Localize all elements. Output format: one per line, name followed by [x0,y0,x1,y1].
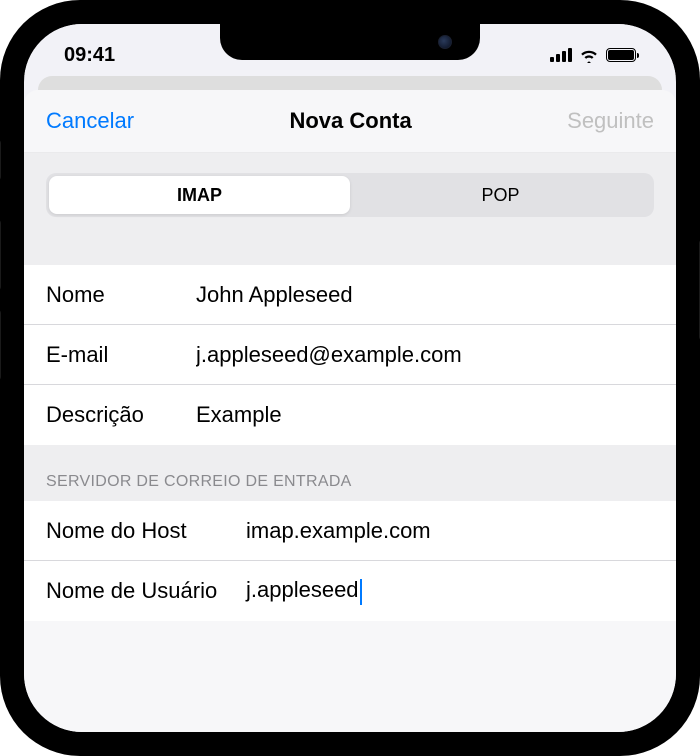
host-row[interactable]: Nome do Host [24,501,676,561]
email-label: E-mail [46,342,196,368]
username-label: Nome de Usuário [46,578,246,604]
segment-imap[interactable]: IMAP [49,176,350,214]
mute-switch [0,140,1,180]
host-input[interactable] [246,518,654,544]
segment-pop[interactable]: POP [350,176,651,214]
description-row[interactable]: Descrição [24,385,676,445]
email-input[interactable] [196,342,654,368]
form-content: IMAP POP Nome E-mail [24,153,676,621]
name-label: Nome [46,282,196,308]
username-row[interactable]: Nome de Usuário j.appleseed [24,561,676,621]
next-button[interactable]: Seguinte [567,108,654,134]
status-icons [550,48,636,63]
username-input[interactable]: j.appleseed [246,577,654,604]
cancel-button[interactable]: Cancelar [46,108,134,134]
front-camera-icon [438,35,452,49]
volume-up-button [0,220,1,290]
screen: 09:41 Cancelar Nova Conta [24,24,676,732]
description-label: Descrição [46,402,196,428]
incoming-server-group: Nome do Host Nome de Usuário j.appleseed [24,501,676,621]
cellular-signal-icon [550,48,572,62]
status-time: 09:41 [64,44,115,67]
text-cursor [360,579,363,605]
background-sheet [38,76,662,90]
description-input[interactable] [196,402,654,428]
incoming-server-header: SERVIDOR DE CORREIO DE ENTRADA [24,445,676,501]
phone-frame: 09:41 Cancelar Nova Conta [0,0,700,756]
name-input[interactable] [196,282,654,308]
modal-sheet: Cancelar Nova Conta Seguinte IMAP POP [24,90,676,732]
notch [220,24,480,60]
nav-bar: Cancelar Nova Conta Seguinte [24,90,676,153]
battery-icon [606,48,636,62]
protocol-segmented-control[interactable]: IMAP POP [46,173,654,217]
host-label: Nome do Host [46,518,246,544]
name-row[interactable]: Nome [24,265,676,325]
wifi-icon [579,48,599,63]
volume-down-button [0,310,1,380]
page-title: Nova Conta [289,108,411,134]
account-info-group: Nome E-mail Descrição [24,265,676,445]
email-row[interactable]: E-mail [24,325,676,385]
